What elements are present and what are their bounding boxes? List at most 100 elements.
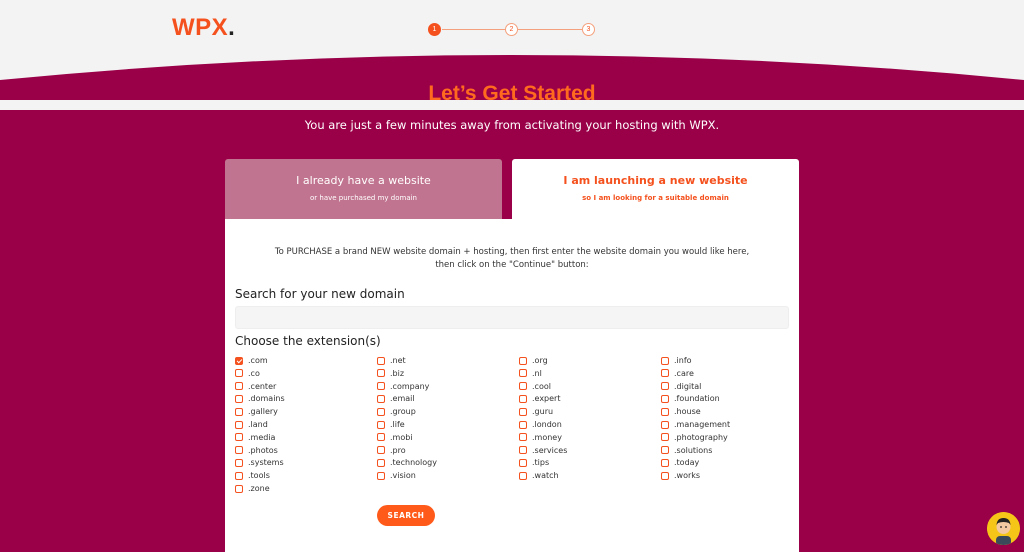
extension-option[interactable]: .co [235,367,260,380]
extension-option[interactable]: .foundation [661,392,720,405]
tab-new-website[interactable]: I am launching a new website so I am loo… [512,159,799,220]
tab-existing-website[interactable]: I already have a website or have purchas… [225,159,502,220]
extension-checkbox[interactable] [377,407,385,416]
extension-label: .works [674,471,701,481]
extension-checkbox[interactable] [519,382,527,391]
extension-option[interactable]: .care [661,367,694,380]
extension-checkbox[interactable] [235,446,243,455]
tab-subtitle: so I am looking for a suitable domain [582,194,729,202]
user-avatar-icon[interactable] [987,512,1020,545]
extension-option[interactable]: .house [661,405,701,418]
extension-option[interactable]: .group [377,405,416,418]
instructions-line-1: To PURCHASE a brand NEW website domain +… [274,247,750,257]
extension-checkbox[interactable] [377,471,385,480]
extension-option[interactable]: .org [519,354,548,367]
extension-checkbox[interactable] [377,433,385,442]
extension-checkbox[interactable] [519,433,527,442]
extension-label: .center [248,381,277,391]
extension-checkbox[interactable] [377,446,385,455]
extension-option[interactable]: .zone [235,482,270,495]
extension-checkbox[interactable] [235,407,243,416]
extension-checkbox[interactable] [519,407,527,416]
extension-checkbox[interactable] [377,394,385,403]
extension-option[interactable]: .tools [235,469,270,482]
extension-checkbox[interactable] [519,458,527,467]
extension-checkbox[interactable] [661,394,669,403]
page-title: Let’s Get Started [428,82,596,105]
extension-option[interactable]: .nl [519,367,542,380]
extension-checkbox[interactable] [235,471,243,480]
extension-option[interactable]: .expert [519,392,560,405]
extension-option[interactable]: .net [377,354,406,367]
extension-label: .life [390,420,405,429]
extension-checkbox[interactable] [377,382,385,391]
extension-option[interactable]: .systems [235,456,284,469]
extension-checkbox[interactable] [235,394,243,403]
domain-search-input[interactable] [235,306,789,329]
extension-checkbox[interactable] [519,471,527,480]
extension-option[interactable]: .london [519,418,562,431]
extension-option[interactable]: .money [519,431,562,444]
extension-checkbox[interactable] [661,420,669,429]
extension-checkbox[interactable] [235,382,243,391]
extension-checkbox[interactable] [235,433,243,442]
extension-option[interactable]: .management [661,418,730,431]
extension-option[interactable]: .today [661,456,699,469]
extension-option[interactable]: .company [377,380,429,393]
extension-checkbox[interactable] [661,356,669,365]
extension-option[interactable]: .digital [661,380,701,393]
extension-option[interactable]: .watch [519,469,559,482]
extension-label: .domains [248,394,285,404]
extension-checkbox[interactable] [235,458,243,467]
extension-option[interactable]: .services [519,444,567,457]
extension-option[interactable]: .guru [519,405,553,418]
extension-option[interactable]: .biz [377,367,404,380]
search-button[interactable]: SEARCH [377,505,435,526]
extension-label: .services [532,445,568,455]
extension-checkbox[interactable] [519,446,527,455]
extension-option[interactable]: .vision [377,469,416,482]
extension-checkbox[interactable] [661,382,669,391]
extension-option[interactable]: .com [235,354,268,367]
extension-checkbox[interactable] [661,446,669,455]
instructions: To PURCHASE a brand NEW website domain +… [225,246,799,272]
extension-checkbox[interactable] [661,471,669,480]
extension-option[interactable]: .pro [377,444,406,457]
extension-option[interactable]: .land [235,418,268,431]
extension-label: .solutions [674,445,713,455]
extension-option[interactable]: .info [661,354,692,367]
extension-option[interactable]: .life [377,418,405,431]
extension-checkbox[interactable] [519,394,527,403]
extension-option[interactable]: .center [235,380,276,393]
extension-checkbox[interactable] [377,420,385,429]
extension-checkbox[interactable] [235,356,243,365]
extension-option[interactable]: .mobi [377,431,413,444]
extension-label: .management [674,420,731,429]
instructions-line-2: then click on the "Continue" button: [435,260,589,270]
extension-option[interactable]: .solutions [661,444,712,457]
extension-checkbox[interactable] [661,433,669,442]
extension-checkbox[interactable] [377,369,385,378]
extension-checkbox[interactable] [377,458,385,467]
extension-checkbox[interactable] [661,407,669,416]
extension-option[interactable]: .technology [377,456,437,469]
extension-checkbox[interactable] [661,458,669,467]
extension-option[interactable]: .works [661,469,700,482]
extension-option[interactable]: .email [377,392,415,405]
extension-option[interactable]: .tips [519,456,549,469]
extension-checkbox[interactable] [235,420,243,429]
extension-option[interactable]: .domains [235,392,285,405]
wpx-logo[interactable]: WPX. [172,14,235,42]
extension-checkbox[interactable] [377,356,385,365]
extension-checkbox[interactable] [519,420,527,429]
extension-checkbox[interactable] [235,369,243,378]
extension-option[interactable]: .cool [519,380,551,393]
extension-option[interactable]: .gallery [235,405,278,418]
extension-checkbox[interactable] [661,369,669,378]
extension-option[interactable]: .media [235,431,275,444]
extension-checkbox[interactable] [519,369,527,378]
extension-option[interactable]: .photography [661,431,728,444]
extension-checkbox[interactable] [235,484,243,493]
extension-option[interactable]: .photos [235,444,278,457]
extension-checkbox[interactable] [519,356,527,365]
